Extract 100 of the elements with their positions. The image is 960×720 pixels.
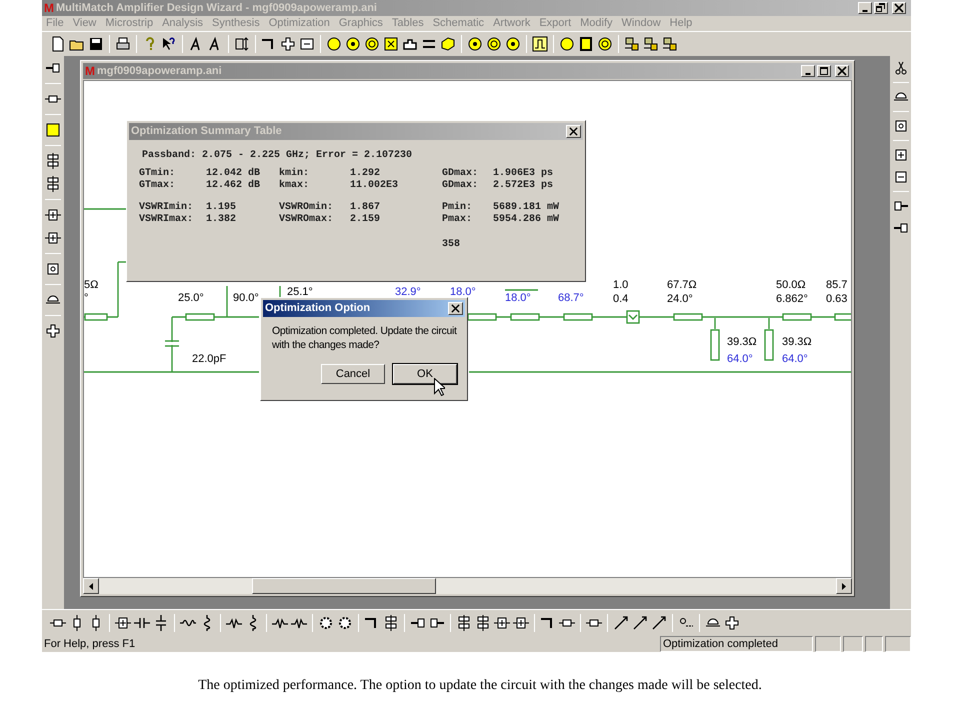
circle-icon[interactable] <box>486 36 502 52</box>
menu-item[interactable]: Artwork <box>493 18 530 29</box>
gear-icon[interactable] <box>318 615 334 631</box>
right-arrow-icon <box>842 582 846 590</box>
table-cell-text: Pmin: <box>442 202 474 214</box>
menu-item[interactable]: Tables <box>392 18 424 29</box>
menu-item[interactable]: Export <box>539 18 572 29</box>
menu-item[interactable]: Graphics <box>338 18 383 29</box>
menu-item[interactable]: Analysis <box>162 18 204 29</box>
circle-icon[interactable] <box>559 36 575 52</box>
circuit-label: 1.0 <box>613 280 628 291</box>
circuit-label: 22.0pF <box>192 354 226 365</box>
dialog-title: Optimization Summary Table <box>131 124 282 140</box>
minimize-button[interactable] <box>858 2 872 14</box>
printer-icon[interactable] <box>115 36 131 52</box>
circle-icon[interactable] <box>597 36 613 52</box>
table-cell-text: 358 <box>442 239 462 251</box>
component-icon[interactable] <box>494 615 510 631</box>
stacked-element-icon[interactable] <box>45 176 61 192</box>
circuit-label: 64.0° <box>727 354 753 365</box>
line-icon[interactable] <box>632 615 648 631</box>
line-icon[interactable] <box>651 615 667 631</box>
scroll-left-button[interactable] <box>83 578 99 594</box>
slide-caption: The optimized performance. The option to update the circuit with the changes made will be selected. <box>197 677 763 695</box>
dialog-button[interactable]: Cancel <box>321 364 385 384</box>
circuit-label: 18.0° <box>450 287 476 298</box>
menu-item[interactable]: Window <box>622 18 661 29</box>
menu-item[interactable]: Microstrip <box>105 18 154 29</box>
add-icon[interactable] <box>892 147 908 163</box>
menu-item[interactable]: Modify <box>580 18 613 29</box>
message-text: with the changes made? <box>272 338 380 352</box>
component-icon[interactable] <box>513 615 529 631</box>
component-icon[interactable] <box>45 261 61 277</box>
restore-button[interactable] <box>874 2 888 14</box>
remove-icon[interactable] <box>892 169 908 185</box>
close-button[interactable] <box>892 2 906 14</box>
app-logo: M <box>44 2 54 14</box>
shape-icon[interactable] <box>440 36 456 52</box>
document-title: mgf0909apoweramp.ani <box>97 66 222 76</box>
table-cell-text: GDmax: <box>442 168 480 180</box>
network-icon[interactable] <box>662 36 678 52</box>
circuit-label: 39.3Ω <box>727 337 757 348</box>
circle-icon[interactable] <box>326 36 342 52</box>
menu-item[interactable]: File <box>46 18 64 29</box>
scissors-icon[interactable] <box>892 60 908 76</box>
minimize-button[interactable] <box>801 65 815 77</box>
menu-item[interactable]: Optimization <box>268 18 330 29</box>
document-icon[interactable] <box>50 36 66 52</box>
close-button[interactable] <box>835 65 849 77</box>
circuit-label: 25.0° <box>178 293 204 304</box>
line-icon[interactable] <box>613 615 629 631</box>
capacitor-icon[interactable] <box>134 615 150 631</box>
circle-icon[interactable] <box>505 36 521 52</box>
square-icon[interactable] <box>45 122 61 138</box>
circuit-label: 18.0° <box>505 293 531 304</box>
menu-item[interactable]: Help <box>670 18 692 29</box>
help-pointer-icon[interactable] <box>161 36 177 52</box>
resize-icon[interactable] <box>234 36 250 52</box>
maximize-button[interactable] <box>817 65 831 77</box>
dialog-button[interactable]: OK <box>393 364 457 384</box>
table-cell-text: 11.002E3 <box>350 180 400 192</box>
cross-icon[interactable] <box>724 615 740 631</box>
network-icon[interactable] <box>643 36 659 52</box>
stacked-element-icon[interactable] <box>383 615 399 631</box>
stacked-element-icon[interactable] <box>456 615 472 631</box>
close-button[interactable] <box>448 302 463 315</box>
stacked-element-icon[interactable] <box>475 615 491 631</box>
menu-item[interactable]: Schematic <box>432 18 484 29</box>
capacitor-icon[interactable] <box>153 615 169 631</box>
panel-icon[interactable] <box>299 36 315 52</box>
stub <box>764 318 774 361</box>
scroll-right-button[interactable] <box>836 578 852 594</box>
gear-icon[interactable] <box>337 615 353 631</box>
grid-icon[interactable] <box>383 36 399 52</box>
menu-item[interactable]: View <box>72 18 96 29</box>
scroll-thumb[interactable] <box>252 578 436 594</box>
circle-icon[interactable] <box>364 36 380 52</box>
close-button[interactable] <box>566 125 581 138</box>
cross-icon[interactable] <box>45 323 61 339</box>
circuit-label: 0.63 <box>826 294 848 305</box>
table-cell-text: 1.292 <box>350 168 382 180</box>
circle-icon[interactable] <box>467 36 483 52</box>
square-icon[interactable] <box>578 36 594 52</box>
circle-icon[interactable] <box>345 36 361 52</box>
cross-icon[interactable] <box>280 36 296 52</box>
circuit-label: 39.3Ω <box>782 337 812 348</box>
left-arrow-icon <box>89 582 93 590</box>
minimize-icon <box>805 73 811 75</box>
menu-item[interactable]: Synthesis <box>212 18 260 29</box>
table-cell-text: 1.195 <box>206 202 238 214</box>
component-icon[interactable] <box>45 230 61 246</box>
circuit-label: 67.7Ω <box>667 280 697 291</box>
table-cell-text: 5954.286 mW <box>493 214 560 226</box>
stacked-element-icon[interactable] <box>45 153 61 169</box>
horizontal-scrollbar[interactable] <box>83 578 852 594</box>
network-icon[interactable] <box>624 36 640 52</box>
component-icon[interactable] <box>892 118 908 134</box>
component-icon[interactable] <box>115 615 131 631</box>
component-icon[interactable] <box>45 207 61 223</box>
pulse-icon[interactable] <box>532 36 548 52</box>
